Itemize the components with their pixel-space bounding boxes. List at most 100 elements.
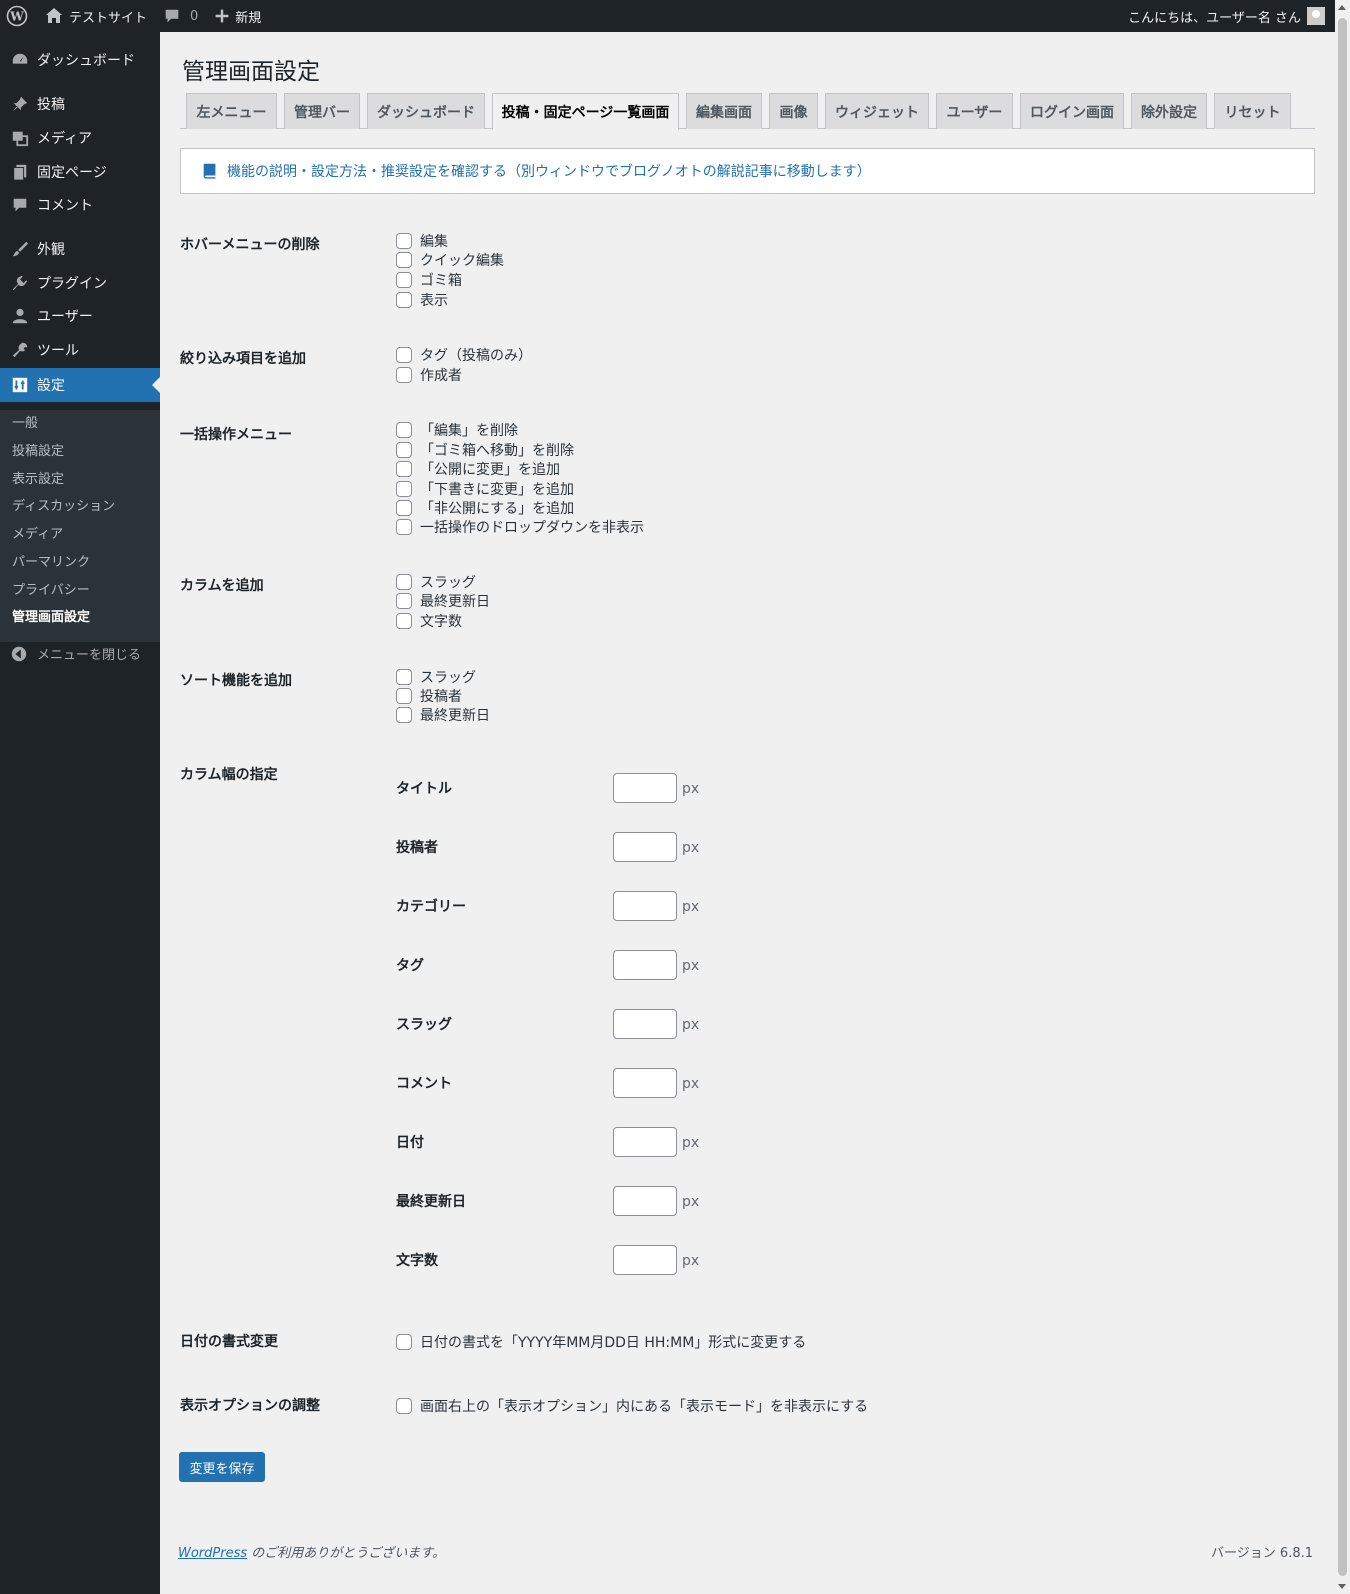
bulk-add-publish-checkbox[interactable]: 「公開に変更」を追加 — [396, 459, 560, 479]
menu-item-posts[interactable]: 投稿 — [0, 87, 160, 121]
checkbox-box[interactable] — [396, 1334, 412, 1350]
checkbox-box[interactable] — [396, 1398, 412, 1414]
tab-dashboard[interactable]: ダッシュボード — [367, 93, 485, 129]
bulk-add-draft-checkbox[interactable]: 「下書きに変更」を追加 — [396, 479, 574, 499]
comments-count: 0 — [190, 8, 199, 24]
menu-item-comments[interactable]: コメント — [0, 188, 160, 222]
checkbox-box[interactable] — [396, 500, 412, 516]
menu-item-dashboard[interactable]: ダッシュボード — [0, 43, 160, 77]
checkbox-box[interactable] — [396, 688, 412, 704]
filter-tag-checkbox[interactable]: タグ（投稿のみ） — [396, 345, 532, 365]
tab-login-screen[interactable]: ログイン画面 — [1020, 93, 1124, 129]
menu-item-media[interactable]: メディア — [0, 121, 160, 155]
submenu-item-reading[interactable]: 表示設定 — [12, 468, 64, 487]
submenu-item-discussion[interactable]: ディスカッション — [12, 495, 115, 514]
checkbox-box[interactable] — [396, 442, 412, 458]
checkbox-box[interactable] — [396, 252, 412, 268]
bulk-add-private-checkbox[interactable]: 「非公開にする」を追加 — [396, 498, 574, 518]
scroll-up-arrow-icon[interactable] — [1338, 5, 1346, 10]
collapse-menu-button[interactable]: メニューを閉じる — [10, 644, 141, 663]
submenu-item-admin-settings[interactable]: 管理画面設定 — [12, 606, 90, 625]
tab-edit-screen[interactable]: 編集画面 — [686, 93, 762, 129]
width-comment-input[interactable] — [613, 1068, 677, 1098]
column-wordcount-checkbox[interactable]: 文字数 — [396, 611, 462, 631]
menu-label: ダッシュボード — [37, 53, 135, 69]
checkbox-box[interactable] — [396, 593, 412, 609]
checkbox-box[interactable] — [396, 292, 412, 308]
tab-widgets[interactable]: ウィジェット — [825, 93, 929, 129]
date-format-checkbox[interactable]: 日付の書式を「YYYY年MM月DD日 HH:MM」形式に変更する — [396, 1332, 806, 1352]
tab-post-list[interactable]: 投稿・固定ページ一覧画面 — [492, 93, 679, 130]
menu-item-users[interactable]: ユーザー — [0, 299, 160, 333]
admin-bar: W テストサイト 0 新規 こんにちは、ユーザー名 さん — [0, 0, 1335, 32]
scroll-down-arrow-icon[interactable] — [1338, 1584, 1346, 1589]
hide-view-mode-checkbox[interactable]: 画面右上の「表示オプション」内にある「表示モード」を非表示にする — [396, 1396, 868, 1416]
tab-left-menu[interactable]: 左メニュー — [186, 93, 277, 129]
tab-images[interactable]: 画像 — [769, 93, 818, 129]
width-modified-input[interactable] — [613, 1186, 677, 1216]
checkbox-box[interactable] — [396, 669, 412, 685]
scrollbar-thumb[interactable] — [1338, 18, 1347, 1576]
my-account-menu[interactable]: こんにちは、ユーザー名 さん — [1120, 0, 1335, 32]
bulk-remove-trash-checkbox[interactable]: 「ゴミ箱へ移動」を削除 — [396, 440, 574, 460]
submenu-item-writing[interactable]: 投稿設定 — [12, 440, 64, 459]
width-wordcount-input[interactable] — [613, 1245, 677, 1275]
menu-label: ユーザー — [37, 309, 93, 325]
hover-quick-edit-checkbox[interactable]: クイック編集 — [396, 250, 504, 270]
tab-admin-bar[interactable]: 管理バー — [284, 93, 360, 129]
filter-label: 絞り込み項目を追加 — [180, 351, 306, 367]
submenu-item-privacy[interactable]: プライバシー — [12, 579, 90, 598]
checkbox-box[interactable] — [396, 574, 412, 590]
checkbox-box[interactable] — [396, 367, 412, 383]
width-tag-input[interactable] — [613, 950, 677, 980]
width-slug-input[interactable] — [613, 1009, 677, 1039]
hover-edit-checkbox[interactable]: 編集 — [396, 231, 448, 251]
save-changes-button[interactable]: 変更を保存 — [179, 1452, 265, 1482]
hover-view-checkbox[interactable]: 表示 — [396, 290, 448, 310]
hover-trash-checkbox[interactable]: ゴミ箱 — [396, 270, 462, 290]
checkbox-box[interactable] — [396, 233, 412, 249]
checkbox-box[interactable] — [396, 481, 412, 497]
wordpress-logo-button[interactable]: W — [0, 0, 36, 32]
width-author-input[interactable] — [613, 832, 677, 862]
new-content-button[interactable]: 新規 — [206, 0, 269, 32]
width-title-input[interactable] — [613, 773, 677, 803]
sort-modified-checkbox[interactable]: 最終更新日 — [396, 705, 490, 725]
site-name-link[interactable]: テストサイト — [36, 0, 155, 32]
submenu-item-general[interactable]: 一般 — [12, 412, 38, 431]
sort-slug-checkbox[interactable]: スラッグ — [396, 667, 476, 687]
bulk-remove-edit-checkbox[interactable]: 「編集」を削除 — [396, 420, 518, 440]
checkbox-box[interactable] — [396, 347, 412, 363]
checkbox-label: 「ゴミ箱へ移動」を削除 — [420, 443, 574, 459]
width-date-input[interactable] — [613, 1127, 677, 1157]
comments-link[interactable]: 0 — [155, 0, 206, 32]
menu-item-tools[interactable]: ツール — [0, 333, 160, 367]
column-modified-checkbox[interactable]: 最終更新日 — [396, 591, 490, 611]
menu-item-appearance[interactable]: 外観 — [0, 232, 160, 266]
menu-item-pages[interactable]: 固定ページ — [0, 155, 160, 189]
checkbox-box[interactable] — [396, 707, 412, 723]
checkbox-box[interactable] — [396, 272, 412, 288]
filter-author-checkbox[interactable]: 作成者 — [396, 365, 462, 385]
menu-label: 投稿 — [37, 97, 65, 113]
submenu-item-media[interactable]: メディア — [12, 523, 63, 542]
page-icon — [10, 162, 30, 182]
checkbox-box[interactable] — [396, 461, 412, 477]
checkbox-box[interactable] — [396, 422, 412, 438]
submenu-item-permalinks[interactable]: パーマリンク — [12, 551, 90, 570]
checkbox-box[interactable] — [396, 519, 412, 535]
tab-users[interactable]: ユーザー — [936, 93, 1013, 129]
checkbox-box[interactable] — [396, 613, 412, 629]
sort-author-checkbox[interactable]: 投稿者 — [396, 686, 462, 706]
column-slug-checkbox[interactable]: スラッグ — [396, 572, 476, 592]
help-article-link[interactable]: 機能の説明・設定方法・推奨設定を確認する（別ウィンドウでブログノオトの解説記事に… — [227, 161, 871, 181]
bulk-hide-dropdown-checkbox[interactable]: 一括操作のドロップダウンを非表示 — [396, 517, 644, 537]
wordpress-link[interactable]: WordPress — [178, 1546, 247, 1561]
tab-exclusions[interactable]: 除外設定 — [1131, 93, 1207, 129]
menu-item-plugins[interactable]: プラグイン — [0, 266, 160, 300]
menu-item-settings[interactable]: 設定 — [0, 368, 160, 402]
page-scrollbar[interactable] — [1335, 0, 1350, 1594]
width-category-input[interactable] — [613, 891, 677, 921]
tab-reset[interactable]: リセット — [1214, 93, 1291, 129]
px-unit: px — [682, 1076, 700, 1092]
